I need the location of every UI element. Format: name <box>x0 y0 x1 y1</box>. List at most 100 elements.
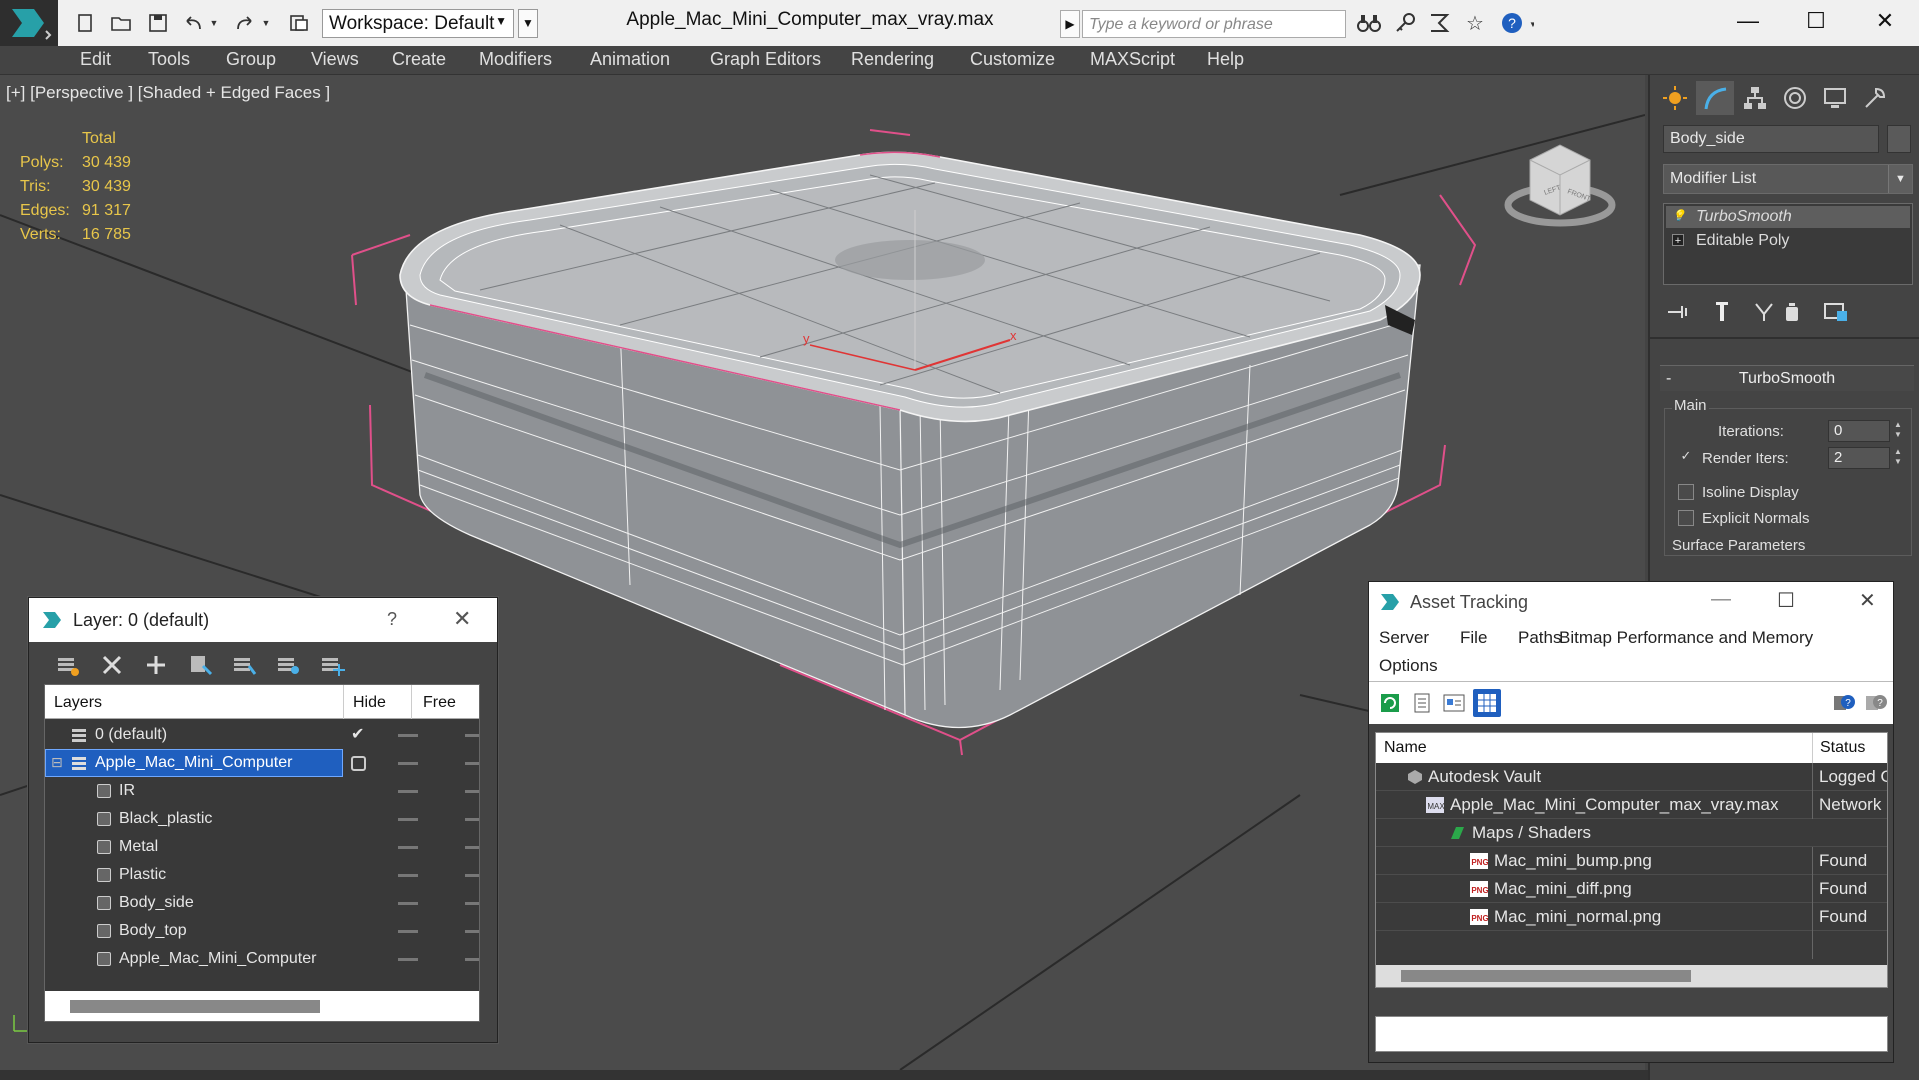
key-icon[interactable] <box>1392 11 1418 35</box>
lightbulb-icon[interactable]: 💡 <box>1672 210 1686 222</box>
highlight-layer-icon[interactable] <box>229 650 259 680</box>
redo-dropdown-icon[interactable]: ▼ <box>260 11 272 35</box>
open-folder-icon[interactable] <box>108 11 134 35</box>
menu-views[interactable]: Views <box>311 49 359 70</box>
turbosmooth-rollout-header[interactable]: - TurboSmooth <box>1660 365 1914 391</box>
render-iters-spinner[interactable]: 2 <box>1828 447 1890 469</box>
communication-icon[interactable] <box>1426 11 1452 35</box>
show-end-result-icon[interactable] <box>1706 297 1738 327</box>
new-file-icon[interactable] <box>72 11 98 35</box>
column-hide[interactable]: Hide <box>353 694 386 712</box>
app-menu-button[interactable] <box>0 0 58 46</box>
freeze-toggle[interactable] <box>465 734 479 737</box>
binoculars-icon[interactable] <box>1356 11 1382 35</box>
project-folder-icon[interactable] <box>286 11 312 35</box>
explicit-normals-checkbox[interactable] <box>1678 510 1694 526</box>
menu-paths[interactable]: Paths <box>1518 628 1561 648</box>
spinner-arrows-icon[interactable]: ▲ ▼ <box>1892 447 1904 469</box>
add-selection-icon[interactable] <box>141 650 171 680</box>
help-icon[interactable]: ? <box>1863 690 1889 716</box>
horizontal-scrollbar[interactable] <box>45 991 479 1021</box>
delete-icon[interactable] <box>97 650 127 680</box>
display-tab-icon[interactable] <box>1816 81 1854 115</box>
menu-rendering[interactable]: Rendering <box>851 49 934 70</box>
create-tab-icon[interactable] <box>1656 81 1694 115</box>
menu-graph-editors[interactable]: Graph Editors <box>710 49 821 70</box>
menu-create[interactable]: Create <box>392 49 446 70</box>
maximize-button[interactable]: ☐ <box>1786 4 1846 38</box>
layer-dialog-titlebar[interactable]: Layer: 0 (default) ? ✕ <box>29 598 497 642</box>
scrollbar-thumb[interactable] <box>70 1000 320 1013</box>
workspace-dropdown[interactable]: Workspace: Default ▼ <box>322 9 514 38</box>
motion-tab-icon[interactable] <box>1776 81 1814 115</box>
isoline-display-checkbox[interactable] <box>1678 484 1694 500</box>
minimize-button[interactable]: — <box>1718 4 1778 38</box>
undo-icon[interactable] <box>180 11 206 35</box>
configure-modifier-sets-icon[interactable] <box>1820 297 1852 327</box>
menu-animation[interactable]: Animation <box>590 49 670 70</box>
object-row[interactable]: Black_plastic <box>45 805 479 833</box>
search-input[interactable]: Type a keyword or phrase <box>1082 10 1346 38</box>
render-iters-checkbox[interactable]: ✓ <box>1678 449 1694 465</box>
hierarchy-tab-icon[interactable] <box>1736 81 1774 115</box>
asset-row-bitmap[interactable]: PNG Mac_mini_diff.png Found <box>1376 875 1887 903</box>
utilities-tab-icon[interactable] <box>1856 81 1894 115</box>
column-layers[interactable]: Layers <box>54 694 102 712</box>
spinner-arrows-icon[interactable]: ▲ ▼ <box>1892 420 1904 442</box>
menu-help[interactable]: Help <box>1207 49 1244 70</box>
object-row[interactable]: Plastic <box>45 861 479 889</box>
column-status[interactable]: Status <box>1820 739 1865 757</box>
hide-toggle[interactable] <box>398 734 418 737</box>
stack-item-editable-poly[interactable]: + Editable Poly <box>1666 230 1910 252</box>
hide-toggle[interactable] <box>398 762 418 765</box>
object-name-field[interactable]: Body_side <box>1663 125 1879 153</box>
object-row[interactable]: Body_side <box>45 889 479 917</box>
layer-row-apple-mac-mini[interactable]: ⊟ Apple_Mac_Mini_Computer <box>45 748 479 777</box>
asset-row-bitmap[interactable]: PNG Mac_mini_bump.png Found <box>1376 847 1887 875</box>
table-view-icon[interactable] <box>1473 689 1501 717</box>
refresh-icon[interactable] <box>1377 690 1403 716</box>
asset-row-maps-shaders[interactable]: Maps / Shaders <box>1376 819 1887 847</box>
search-expand-button[interactable]: ▶ <box>1060 10 1080 38</box>
close-button[interactable]: ✕ <box>1855 4 1915 38</box>
menu-group[interactable]: Group <box>226 49 276 70</box>
scrollbar-thumb[interactable] <box>1401 970 1691 982</box>
iterations-spinner[interactable]: 0 <box>1828 420 1890 442</box>
help-icon[interactable]: ? ▼ <box>1500 11 1534 35</box>
thumbnail-view-icon[interactable] <box>1441 690 1467 716</box>
pin-stack-icon[interactable] <box>1662 297 1694 327</box>
viewcube-icon[interactable]: LEFT FRONT <box>1500 125 1620 235</box>
viewport-label[interactable]: [+] [Perspective ] [Shaded + Edged Faces… <box>6 83 330 103</box>
save-icon[interactable] <box>145 11 171 35</box>
menu-options[interactable]: Options <box>1379 656 1438 676</box>
maximize-button[interactable]: ☐ <box>1777 588 1795 613</box>
close-button[interactable]: ✕ <box>453 606 471 632</box>
asset-dialog-titlebar[interactable]: Asset Tracking — ☐ ✕ <box>1369 582 1893 622</box>
column-freeze[interactable]: Free <box>423 694 456 712</box>
minimize-button[interactable]: — <box>1711 588 1731 611</box>
modify-tab-icon[interactable] <box>1696 81 1734 115</box>
collapse-icon[interactable]: ⊟ <box>51 748 63 776</box>
freeze-all-layers-icon[interactable] <box>317 650 347 680</box>
object-color-swatch[interactable] <box>1887 125 1911 153</box>
create-layer-icon[interactable] <box>53 650 83 680</box>
asset-row-bitmap[interactable]: PNG Mac_mini_normal.png Found <box>1376 903 1887 931</box>
remove-modifier-icon[interactable] <box>1776 297 1808 327</box>
column-name[interactable]: Name <box>1384 739 1427 757</box>
hide-all-layers-icon[interactable] <box>273 650 303 680</box>
menu-bitmap-performance[interactable]: Bitmap Performance and Memory <box>1559 628 1813 648</box>
workspace-options-button[interactable]: ▼ <box>518 9 538 38</box>
list-view-icon[interactable] <box>1409 690 1435 716</box>
expand-plus-icon[interactable]: + <box>1672 234 1684 247</box>
favorites-star-icon[interactable]: ☆ <box>1462 11 1488 35</box>
asset-path-field[interactable] <box>1375 1016 1888 1052</box>
object-row[interactable]: Body_top <box>45 917 479 945</box>
select-objects-icon[interactable] <box>185 650 215 680</box>
set-current-layer-icon[interactable] <box>351 756 366 771</box>
object-row[interactable]: IR <box>45 777 479 805</box>
stack-item-turbosmooth[interactable]: 💡 TurboSmooth <box>1666 206 1910 228</box>
undo-dropdown-icon[interactable]: ▼ <box>208 11 220 35</box>
menu-maxscript[interactable]: MAXScript <box>1090 49 1175 70</box>
menu-server[interactable]: Server <box>1379 628 1429 648</box>
menu-file[interactable]: File <box>1460 628 1487 648</box>
